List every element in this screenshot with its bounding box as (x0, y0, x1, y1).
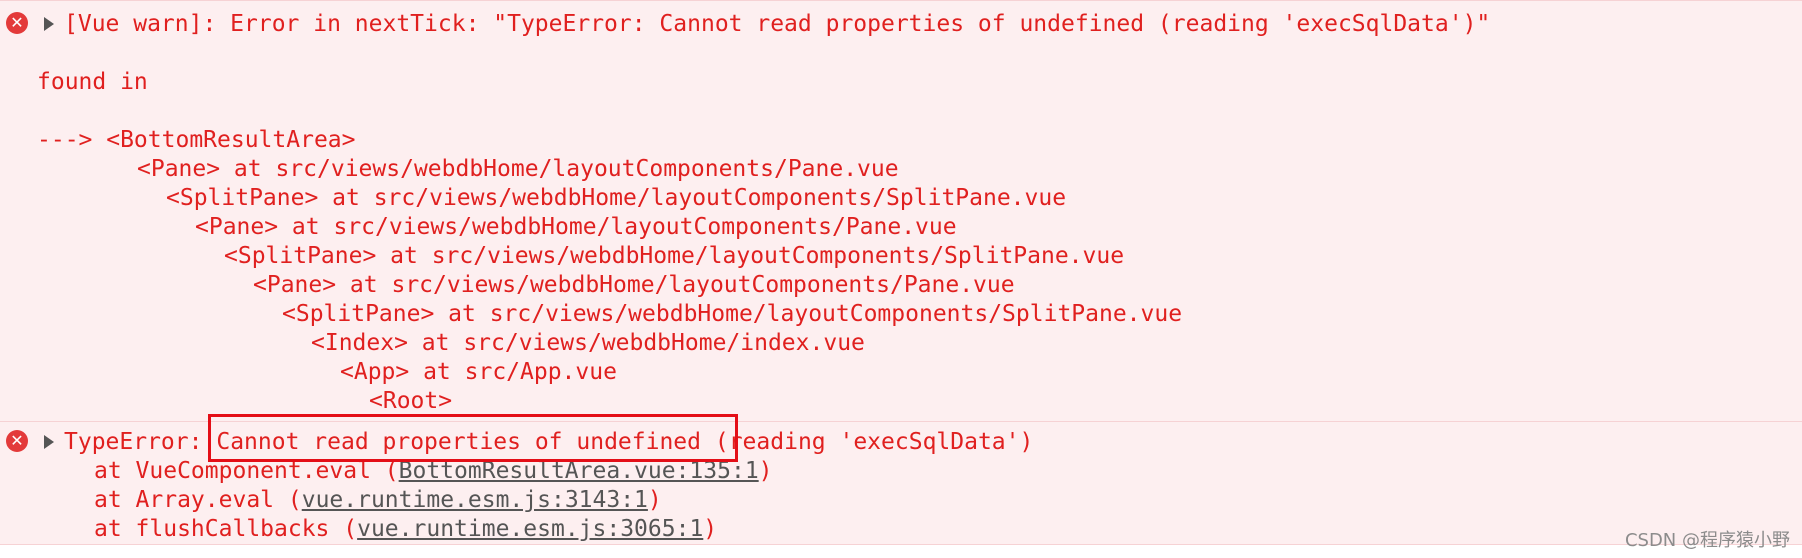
error-rest-text: (reading 'execSqlData') (714, 429, 1034, 455)
expand-triangle-icon[interactable] (44, 17, 54, 31)
stack-frame: at flushCallbacks (vue.runtime.esm.js:30… (94, 516, 718, 542)
message-text: [Vue warn]: Error in nextTick: "TypeErro… (64, 11, 1491, 37)
error-type: TypeError: (64, 429, 203, 455)
annotation-highlight-box (208, 414, 738, 462)
error-icon: ✕ (6, 12, 28, 34)
component-trace-line: <Root> (369, 388, 453, 414)
component-trace-line: <Pane> at src/views/webdbHome/layoutComp… (137, 156, 899, 182)
component-trace-line: <Pane> at src/views/webdbHome/layoutComp… (253, 272, 1015, 298)
console-message-vue-warn[interactable]: ✕ [Vue warn]: Error in nextTick: "TypeEr… (0, 0, 1802, 422)
component-trace-line: <SplitPane> at src/views/webdbHome/layou… (282, 301, 1183, 327)
component-trace-line: <Pane> at src/views/webdbHome/layoutComp… (195, 214, 957, 240)
source-link[interactable]: vue.runtime.esm.js:3065:1 (357, 516, 703, 542)
devtools-console: ✕ [Vue warn]: Error in nextTick: "TypeEr… (0, 0, 1802, 558)
component-trace-line: <Index> at src/views/webdbHome/index.vue (311, 330, 865, 356)
error-icon: ✕ (6, 430, 28, 452)
watermark-text: CSDN @程序猿小野 (1624, 530, 1790, 551)
component-trace-line: <SplitPane> at src/views/webdbHome/layou… (166, 185, 1067, 211)
found-in-text: found in (37, 69, 148, 95)
component-trace-line: ---> <BottomResultArea> (37, 127, 356, 153)
stack-frame: at Array.eval (vue.runtime.esm.js:3143:1… (94, 487, 662, 513)
component-trace-line: <App> at src/App.vue (340, 359, 617, 385)
expand-triangle-icon[interactable] (44, 435, 54, 449)
source-link[interactable]: vue.runtime.esm.js:3143:1 (302, 487, 648, 513)
component-trace-line: <SplitPane> at src/views/webdbHome/layou… (224, 243, 1125, 269)
